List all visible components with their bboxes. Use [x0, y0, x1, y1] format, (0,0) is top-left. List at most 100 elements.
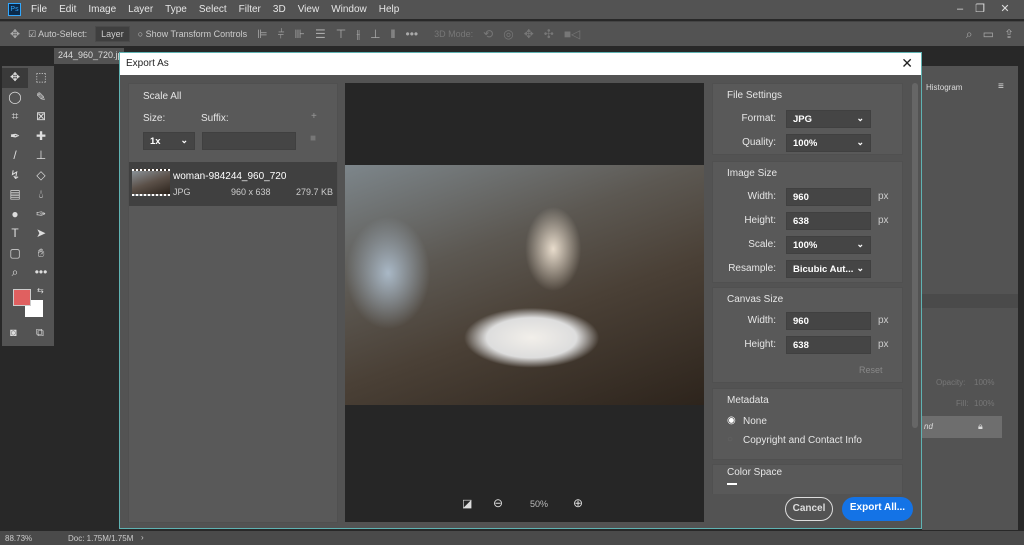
3d-camera-icon[interactable]: ■◁ — [564, 27, 580, 41]
align-top-icon[interactable]: ⊤ — [336, 27, 346, 41]
align-middle-icon[interactable]: ⫲ — [356, 27, 360, 42]
image-width-input[interactable]: 960 — [786, 188, 871, 206]
export-all-button[interactable]: Export All... — [842, 497, 913, 521]
auto-select-checkbox[interactable]: ☑ Auto-Select: — [28, 29, 87, 40]
distribute-vertical-icon[interactable]: ‖ — [391, 27, 396, 41]
menu-image[interactable]: Image — [88, 4, 116, 15]
quick-mask-icon[interactable]: ◙ — [10, 327, 17, 339]
panel-menu-icon[interactable]: ≡ — [998, 81, 1004, 92]
reset-button[interactable]: Reset — [859, 365, 883, 375]
menu-3d[interactable]: 3D — [273, 4, 286, 15]
status-menu-arrow[interactable]: › — [141, 533, 144, 542]
size-dropdown[interactable]: 1x ⌄ — [143, 132, 195, 150]
dodge-tool-icon[interactable]: ● — [2, 205, 28, 225]
add-scale-icon[interactable]: + — [311, 111, 317, 122]
settings-scrollbar[interactable] — [912, 83, 918, 428]
hand-tool-icon[interactable]: ✋︎ — [28, 244, 54, 264]
menu-edit[interactable]: Edit — [59, 4, 76, 15]
fill-label: Fill: — [956, 399, 969, 408]
search-icon[interactable]: ⌕ — [966, 27, 973, 42]
workspace-icon[interactable]: ▭ — [983, 27, 994, 41]
close-app-button[interactable]: ✕ — [990, 0, 1020, 19]
fill-value[interactable]: 100% — [974, 399, 994, 408]
menu-select[interactable]: Select — [199, 4, 227, 15]
brush-tool-icon[interactable]: / — [2, 146, 28, 166]
suffix-input[interactable] — [202, 132, 296, 150]
quick-select-tool-icon[interactable]: ✎ — [28, 88, 54, 108]
canvas-width-label: Width: — [747, 315, 776, 326]
menu-file[interactable]: File — [31, 4, 47, 15]
lasso-tool-icon[interactable]: ◯ — [2, 88, 28, 108]
3d-roll-icon[interactable]: ◎ — [503, 27, 513, 41]
fit-preview-icon[interactable]: ◪ — [462, 497, 472, 510]
more-icon[interactable]: ••• — [406, 27, 419, 41]
color-space-checkbox[interactable] — [727, 483, 737, 485]
stamp-tool-icon[interactable]: ⊥ — [28, 146, 54, 166]
marquee-tool-icon[interactable]: ⬚ — [28, 68, 54, 88]
history-brush-icon[interactable]: ↯ — [2, 166, 28, 186]
share-icon[interactable]: ⇪ — [1004, 27, 1014, 41]
crop-tool-icon[interactable]: ⌗ — [2, 107, 28, 127]
menu-help[interactable]: Help — [379, 4, 400, 15]
gradient-tool-icon[interactable]: ▤ — [2, 185, 28, 205]
menu-view[interactable]: View — [298, 4, 320, 15]
scale-dropdown[interactable]: 100% ⌄ — [786, 236, 871, 254]
radio-none[interactable]: ◉ — [727, 415, 736, 426]
zoom-out-icon[interactable]: ⊖ — [493, 496, 503, 510]
show-transform-checkbox[interactable]: ○ Show Transform Controls — [138, 29, 247, 39]
status-bar: 88.73% Doc: 1.75M/1.75M › — [0, 531, 1024, 545]
zoom-in-icon[interactable]: ⊕ — [573, 496, 583, 510]
shape-tool-icon[interactable]: ▢ — [2, 244, 28, 264]
zoom-status[interactable]: 88.73% — [5, 534, 32, 543]
3d-slide-icon[interactable]: ✣ — [544, 27, 554, 41]
height-label: Height: — [744, 215, 776, 226]
swap-colors-icon[interactable]: ⇆ — [37, 286, 44, 295]
zoom-tool-icon[interactable]: ⌕ — [2, 263, 28, 283]
3d-pan-icon[interactable]: ✥ — [524, 27, 534, 41]
eyedropper-tool-icon[interactable]: ✒ — [2, 127, 28, 147]
more-tools-icon[interactable]: ••• — [28, 263, 54, 283]
canvas-width-input[interactable]: 960 — [786, 312, 871, 330]
image-height-input[interactable]: 638 — [786, 212, 871, 230]
format-dropdown[interactable]: JPG ⌄ — [786, 110, 871, 128]
histogram-tab[interactable]: Histogram — [926, 83, 962, 92]
quality-label: Quality: — [742, 137, 776, 148]
asset-item[interactable]: woman-984244_960_720 JPG 960 x 638 279.7… — [129, 162, 337, 206]
align-right-icon[interactable]: ⊪ — [295, 27, 305, 41]
3d-rotate-icon[interactable]: ⟲ — [483, 27, 493, 41]
healing-tool-icon[interactable]: ✚ — [28, 127, 54, 147]
foreground-color-swatch[interactable] — [13, 289, 31, 306]
dialog-close-button[interactable]: ✕ — [901, 55, 913, 72]
menu-window[interactable]: Window — [331, 4, 367, 15]
unit-label: px — [878, 215, 889, 226]
move-tool-icon[interactable]: ✥ — [2, 68, 28, 88]
pen-tool-icon[interactable]: ✑ — [28, 205, 54, 225]
delete-scale-icon[interactable]: ■ — [310, 133, 316, 144]
auto-select-dropdown[interactable]: Layer — [95, 26, 130, 42]
quality-dropdown[interactable]: 100% ⌄ — [786, 134, 871, 152]
opacity-value[interactable]: 100% — [974, 378, 994, 387]
distribute-icon[interactable]: ☰ — [315, 27, 326, 41]
lock-icon: 🔒︎ — [978, 421, 983, 431]
align-bottom-icon[interactable]: ⊥ — [370, 27, 380, 41]
blur-tool-icon[interactable]: 💧︎ — [28, 185, 54, 205]
menu-filter[interactable]: Filter — [239, 4, 261, 15]
layer-row[interactable]: nd 🔒︎ — [922, 416, 1002, 438]
move-tool-icon[interactable]: ✥ — [10, 27, 20, 41]
eraser-tool-icon[interactable]: ◇ — [28, 166, 54, 186]
width-label: Width: — [747, 191, 776, 202]
resample-dropdown[interactable]: Bicubic Aut... ⌄ — [786, 260, 871, 278]
menu-layer[interactable]: Layer — [128, 4, 153, 15]
type-tool-icon[interactable]: T — [2, 224, 28, 244]
path-select-tool-icon[interactable]: ➤ — [28, 224, 54, 244]
align-center-icon[interactable]: ⫩ — [278, 27, 285, 42]
canvas-height-input[interactable]: 638 — [786, 336, 871, 354]
menu-type[interactable]: Type — [165, 4, 187, 15]
cancel-button[interactable]: Cancel — [785, 497, 833, 521]
align-left-icon[interactable]: ⊫ — [257, 27, 267, 41]
document-tab[interactable]: 244_960_720.jpg — [54, 48, 124, 64]
screen-mode-icon[interactable]: ⧉ — [36, 327, 44, 340]
frame-tool-icon[interactable]: ⊠ — [28, 107, 54, 127]
radio-copyright[interactable]: ○ — [727, 434, 733, 445]
settings-panel: File Settings Format: JPG ⌄ Quality: 100% ⌄ … — [712, 83, 905, 523]
